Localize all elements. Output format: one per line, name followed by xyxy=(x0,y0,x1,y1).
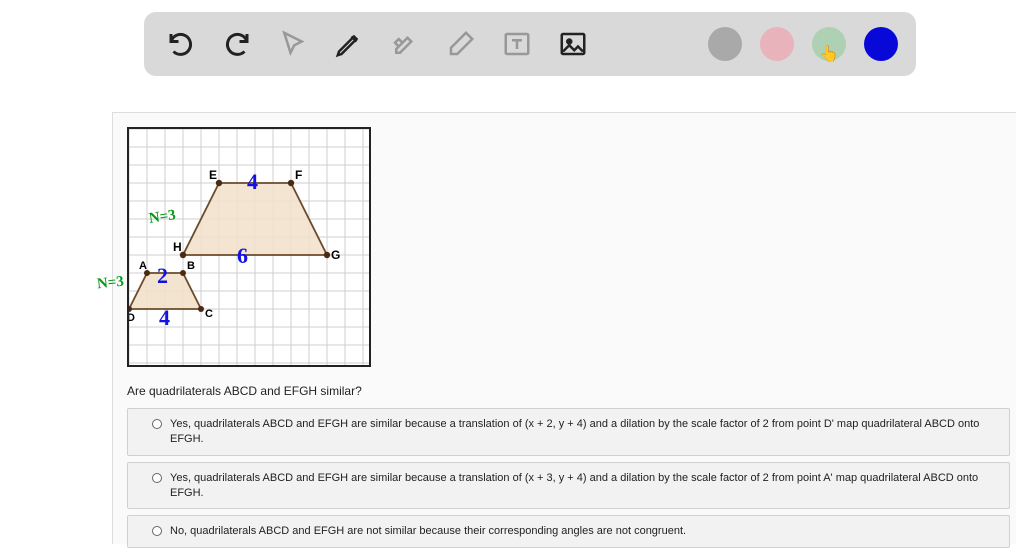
question-text: Are quadrilaterals ABCD and EFGH similar… xyxy=(127,384,1016,398)
option-text: Yes, quadrilaterals ABCD and EFGH are si… xyxy=(170,471,985,501)
geometry-figure: E F G H A B C D 4 6 N=3 2 4 N=3 xyxy=(127,127,371,367)
option-text: Yes, quadrilaterals ABCD and EFGH are si… xyxy=(170,417,985,447)
tools-icon[interactable] xyxy=(386,25,424,63)
answer-options: Yes, quadrilaterals ABCD and EFGH are si… xyxy=(127,408,1016,548)
option-text: No, quadrilaterals ABCD and EFGH are not… xyxy=(170,524,985,539)
color-grey[interactable] xyxy=(708,27,742,61)
svg-text:D: D xyxy=(129,312,135,324)
svg-text:G: G xyxy=(331,248,340,262)
color-blue[interactable] xyxy=(864,27,898,61)
svg-text:F: F xyxy=(295,168,302,182)
svg-text:H: H xyxy=(173,240,182,254)
textbox-icon[interactable] xyxy=(498,25,536,63)
svg-text:A: A xyxy=(139,260,147,272)
radio-icon[interactable] xyxy=(152,473,162,483)
pencil-icon[interactable] xyxy=(330,25,368,63)
image-icon[interactable] xyxy=(554,25,592,63)
color-pink[interactable] xyxy=(760,27,794,61)
svg-text:E: E xyxy=(209,168,217,182)
grid-svg: E F G H A B C D xyxy=(129,129,369,365)
content-panel: E F G H A B C D 4 6 N=3 2 4 N=3 Are quad… xyxy=(112,112,1016,544)
undo-icon[interactable] xyxy=(162,25,200,63)
toolbar: 👆 xyxy=(144,12,916,76)
svg-text:C: C xyxy=(205,308,213,320)
cursor-hand-icon: 👆 xyxy=(819,44,839,64)
option-row[interactable]: Yes, quadrilaterals ABCD and EFGH are si… xyxy=(127,462,1010,510)
svg-text:B: B xyxy=(187,260,195,272)
option-row[interactable]: No, quadrilaterals ABCD and EFGH are not… xyxy=(127,515,1010,548)
pointer-icon[interactable] xyxy=(274,25,312,63)
annot-small-side: N=3 xyxy=(96,274,125,294)
redo-icon[interactable] xyxy=(218,25,256,63)
option-row[interactable]: Yes, quadrilaterals ABCD and EFGH are si… xyxy=(127,408,1010,456)
eraser-icon[interactable] xyxy=(442,25,480,63)
radio-icon[interactable] xyxy=(152,419,162,429)
color-green[interactable]: 👆 xyxy=(812,27,846,61)
radio-icon[interactable] xyxy=(152,526,162,536)
